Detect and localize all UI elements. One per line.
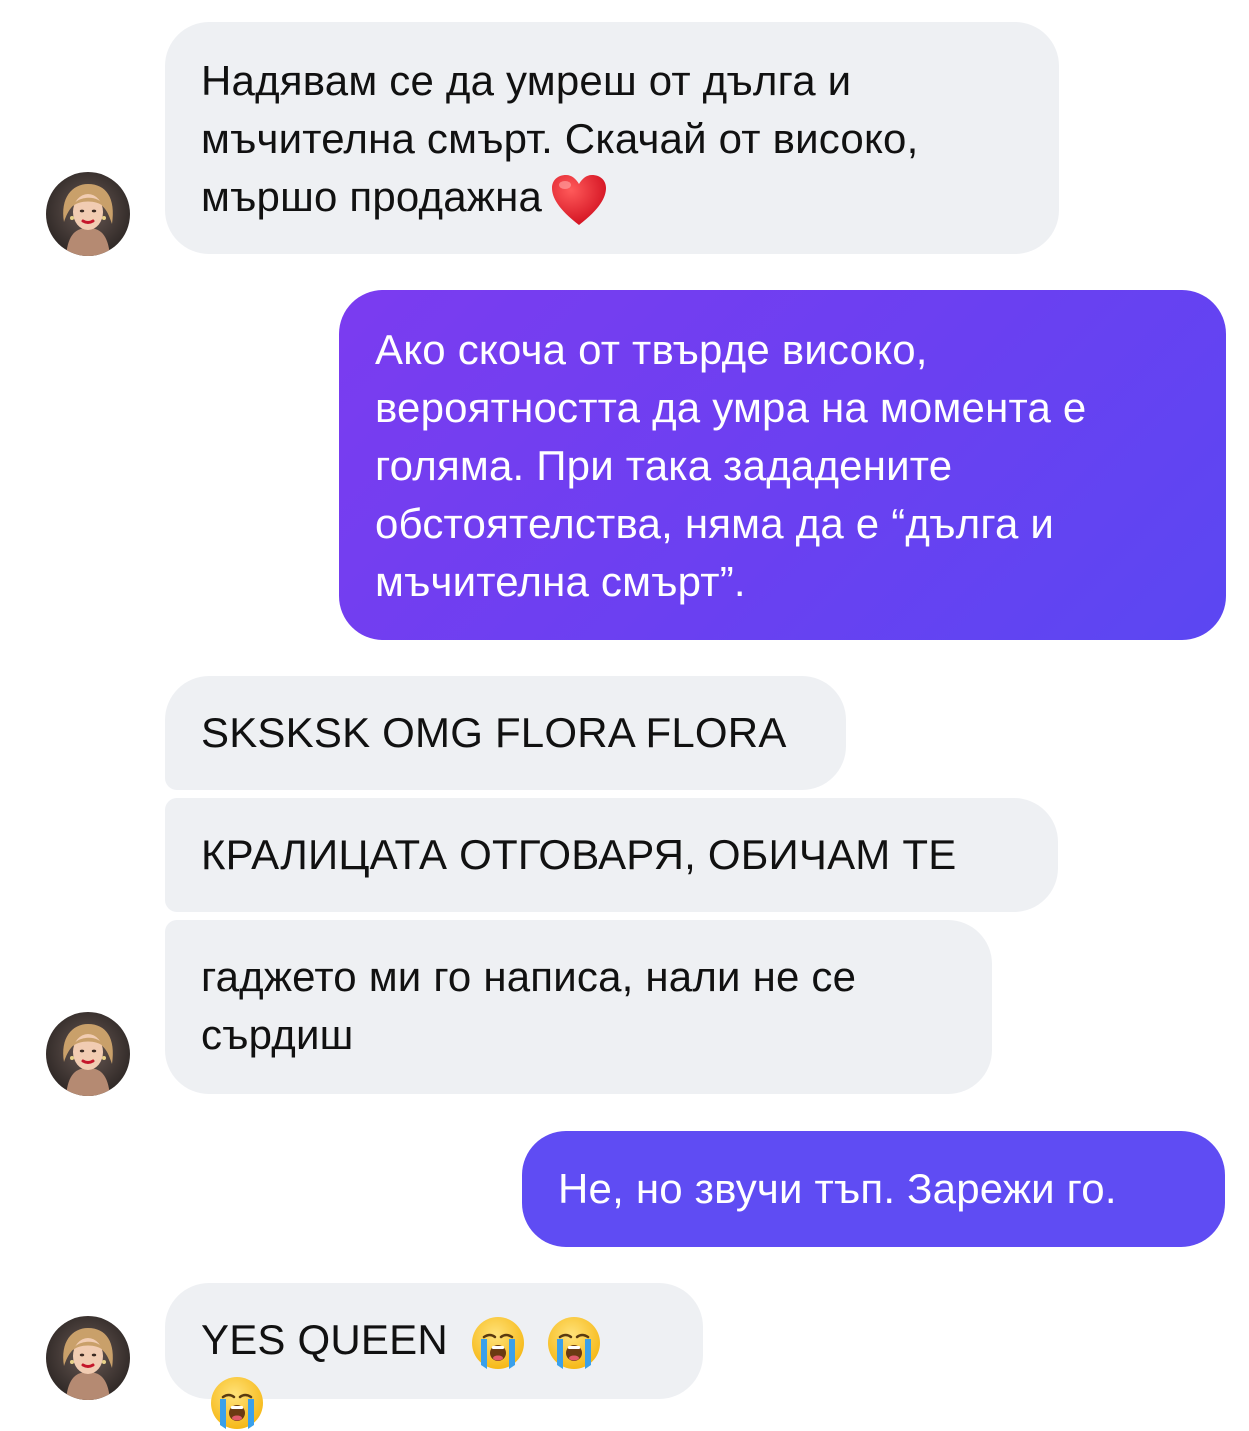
message-text: SKSKSK OMG FLORA FLORA <box>201 709 787 756</box>
message-bubble-incoming[interactable]: гаджето ми го написа, нали не се сърдиш <box>165 920 992 1094</box>
sender-avatar[interactable] <box>46 1316 130 1400</box>
loudly-crying-face-icon <box>470 1315 526 1371</box>
message-text: YES QUEEN <box>201 1316 448 1363</box>
message-bubble-incoming[interactable]: КРАЛИЦАТА ОТГОВАРЯ, ОБИЧАМ ТЕ <box>165 798 1058 912</box>
loudly-crying-face-icon <box>209 1375 265 1431</box>
message-bubble-incoming[interactable]: SKSKSK OMG FLORA FLORA <box>165 676 846 790</box>
message-text: Не, но звучи тъп. Зарежи го. <box>558 1165 1117 1212</box>
message-bubble-incoming[interactable]: YES QUEEN <box>165 1283 703 1429</box>
message-bubble-incoming[interactable]: Надявам се да умреш от дълга и мъчителна… <box>165 22 1059 254</box>
red-heart-icon <box>550 173 608 227</box>
loudly-crying-face-icon <box>546 1315 602 1371</box>
sender-avatar[interactable] <box>46 1012 130 1096</box>
sender-avatar[interactable] <box>46 172 130 256</box>
message-text: КРАЛИЦАТА ОТГОВАРЯ, ОБИЧАМ ТЕ <box>201 831 957 878</box>
message-text: гаджето ми го написа, нали не се сърдиш <box>201 953 857 1058</box>
message-bubble-outgoing[interactable]: Не, но звучи тъп. Зарежи го. <box>522 1131 1225 1247</box>
message-bubble-outgoing[interactable]: Ако скоча от твърде високо, вероятността… <box>339 290 1226 640</box>
message-text: Ако скоча от твърде високо, вероятността… <box>375 326 1087 605</box>
